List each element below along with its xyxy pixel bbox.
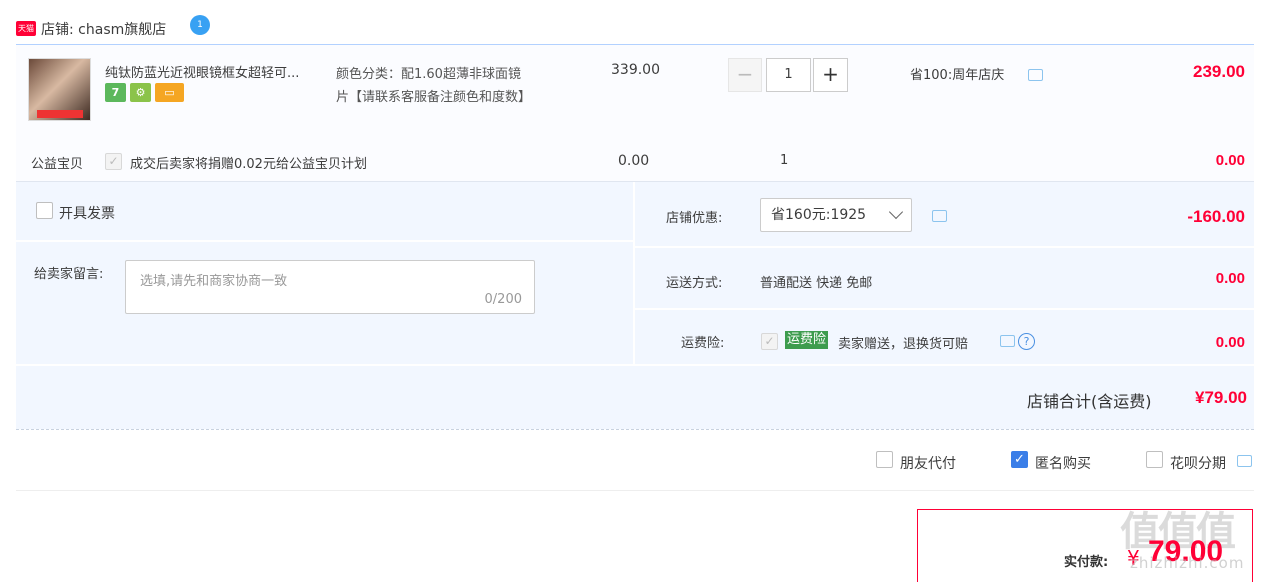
message-textarea[interactable]: 选填,请先和商家协商一致 0/200: [125, 260, 535, 314]
total-divider: [16, 364, 1254, 366]
anonymous-purchase-label[interactable]: 匿名购买: [1035, 453, 1091, 473]
quantity-increase-button[interactable]: +: [813, 58, 848, 92]
service-badge-card-icon[interactable]: ▭: [155, 83, 184, 102]
anonymous-purchase-checkbox[interactable]: ✓: [1011, 451, 1028, 468]
shipping-divider: [635, 308, 1254, 310]
message-char-counter: 0/200: [484, 292, 522, 307]
huabei-installment-label[interactable]: 花呗分期: [1170, 453, 1226, 473]
charity-description: 成交后卖家将捐赠0.02元给公益宝贝计划: [130, 157, 367, 172]
sku-line-1: 颜色分类：配1.60超薄非球面镜: [336, 67, 521, 82]
huabei-comment-icon[interactable]: [1237, 455, 1252, 467]
charity-amount: 0.00: [1215, 152, 1245, 169]
message-placeholder: 选填,请先和商家协商一致: [140, 274, 288, 289]
huabei-installment-checkbox[interactable]: [1146, 451, 1163, 468]
friend-pay-checkbox[interactable]: [876, 451, 893, 468]
unit-price: 339.00: [611, 62, 660, 78]
sku-line-2: 片【请联系客服备注颜色和度数】: [336, 90, 532, 105]
service-badge-7day-icon[interactable]: 7: [105, 83, 126, 102]
payment-label: 实付款:: [1064, 555, 1109, 570]
shipping-label: 运送方式:: [666, 276, 723, 291]
item-promotion: 省100:周年店庆: [910, 68, 1005, 83]
insurance-checkbox: ✓: [761, 333, 778, 350]
charity-checkbox: ✓: [105, 153, 122, 170]
message-label: 给卖家留言:: [34, 267, 104, 282]
shop-total-label: 店铺合计(含运费): [1027, 392, 1152, 411]
invoice-divider: [16, 240, 633, 242]
product-title-link[interactable]: 纯钛防蓝光近视眼镜框女超轻可...: [105, 62, 330, 81]
product-sku: 颜色分类：配1.60超薄非球面镜 片【请联系客服备注颜色和度数】: [336, 63, 566, 109]
item-subtotal: 239.00: [1193, 62, 1245, 81]
discount-divider: [635, 246, 1254, 248]
tmall-logo-icon: 天猫: [16, 21, 36, 36]
quantity-decrease-button[interactable]: −: [728, 58, 762, 92]
discount-comment-icon[interactable]: [932, 210, 947, 222]
invoice-label[interactable]: 开具发票: [59, 203, 115, 223]
wangwang-chat-icon[interactable]: 1: [190, 15, 210, 35]
insurance-tag: 运费险: [785, 331, 829, 349]
watermark-url: zhizhizhi.com: [1130, 554, 1245, 572]
discount-select[interactable]: 省160元:1925: [760, 198, 912, 232]
charity-quantity: 1: [780, 153, 789, 168]
discount-amount: -160.00: [1187, 207, 1245, 226]
insurance-comment-icon[interactable]: [1000, 335, 1015, 347]
charity-price: 0.00: [618, 153, 650, 169]
service-badge-guarantee-icon[interactable]: ⚙: [130, 83, 151, 102]
quantity-input[interactable]: 1: [766, 58, 811, 92]
shop-total-value: ¥79.00: [1195, 388, 1247, 407]
charity-label: 公益宝贝: [31, 157, 84, 172]
insurance-description: 卖家赠送，退换货可赔: [838, 337, 969, 352]
options-column-divider: [633, 182, 635, 365]
discount-selected-value: 省160元:1925: [771, 207, 867, 223]
product-thumbnail[interactable]: [28, 58, 91, 121]
shipping-value: 普通配送 快递 免邮: [760, 276, 873, 291]
friend-pay-label[interactable]: 朋友代付: [900, 453, 956, 473]
promo-comment-icon[interactable]: [1028, 69, 1043, 81]
help-icon[interactable]: ?: [1018, 333, 1035, 350]
panel-bottom-divider: [16, 429, 1254, 430]
chevron-down-icon: [888, 204, 904, 220]
discount-label: 店铺优惠:: [666, 211, 723, 226]
invoice-checkbox[interactable]: [36, 202, 53, 219]
shop-name-link[interactable]: 店铺: chasm旗舰店: [41, 19, 166, 39]
insurance-label: 运费险:: [681, 336, 725, 351]
insurance-amount: 0.00: [1215, 334, 1245, 351]
shipping-amount: 0.00: [1215, 270, 1245, 287]
options-divider: [16, 490, 1254, 491]
